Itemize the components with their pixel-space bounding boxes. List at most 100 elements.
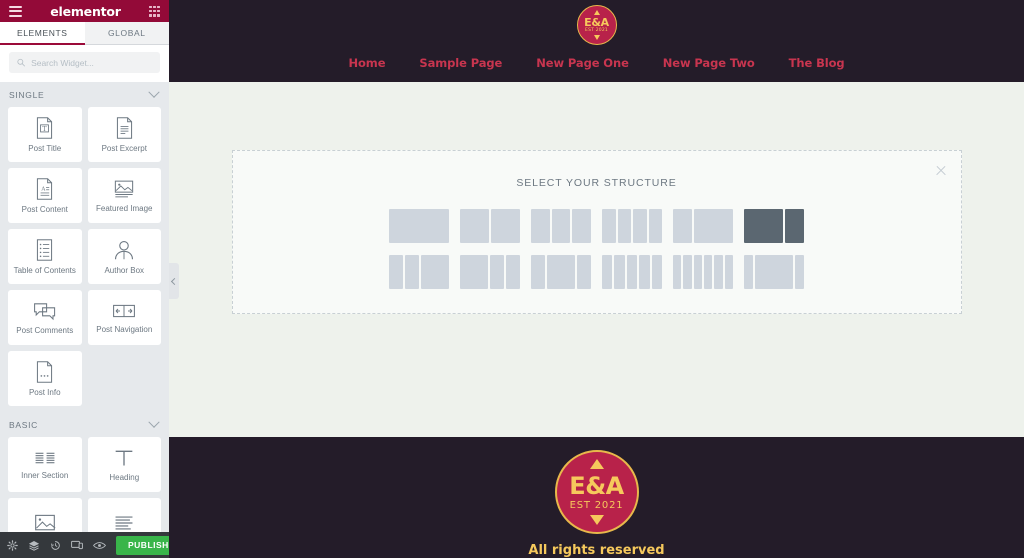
widget-label: Table of Contents [13,265,76,275]
structure-picker: SELECT YOUR STRUCTURE [231,150,962,314]
chevron-down-icon [148,416,160,428]
structure-option-4col[interactable] [602,209,662,243]
hamburger-icon[interactable] [9,5,22,17]
widget-inner-section[interactable]: Inner Section [8,437,82,492]
close-x-icon[interactable] [934,163,948,177]
logo-initials: E&A [584,15,609,29]
tab-elements[interactable]: ELEMENTS [0,22,85,45]
widget-label: Author Box [104,265,145,275]
widget-table-of-contents[interactable]: Table of Contents [8,229,82,284]
footer-copyright-text: All rights reserved [528,543,665,558]
structure-row [389,255,804,289]
site-footer: E&A EST 2021 All rights reserved [169,437,1024,558]
elementor-side-panel: elementor ELEMENTS GLOBAL SI [0,0,197,558]
widget-label: Post Navigation [96,324,153,334]
structure-option-3col[interactable] [531,209,592,243]
post-navigation-icon [113,304,136,317]
image-icon [34,514,56,530]
widget-label: Post Comments [16,325,74,335]
ea-badge-logo-footer[interactable]: E&A EST 2021 [554,450,639,534]
widget-label: Post Info [28,387,61,397]
widget-text-editor[interactable] [87,498,161,532]
widget-list[interactable]: SINGLE T Post Title Post Excerpt A Post … [0,82,169,532]
structure-picker-title: SELECT YOUR STRUCTURE [516,177,677,189]
section-title-basic: BASIC [9,419,39,430]
widget-grid-single: T Post Title Post Excerpt A Post Content… [0,107,169,412]
author-box-icon [115,240,134,259]
widget-post-comments[interactable]: Post Comments [8,290,82,345]
widget-post-title[interactable]: T Post Title [8,107,82,162]
post-excerpt-icon [116,116,132,139]
settings-gear-icon[interactable] [7,539,18,551]
responsive-mode-icon[interactable] [71,540,83,550]
site-navigation: Home Sample Page New Page One New Page T… [348,56,844,70]
triangle-up-icon [589,459,604,469]
structure-options [233,209,961,289]
nav-link-home[interactable]: Home [348,56,385,70]
structure-option-50-25-25[interactable] [460,255,520,289]
structure-option-narrow-wide-narrow[interactable] [744,255,804,289]
structure-option-2col[interactable] [460,209,520,243]
navigator-layers-icon[interactable] [28,540,40,551]
post-content-icon: A [37,177,53,200]
site-preview: E&A EST 2021 Home Sample Page New Page O… [169,0,1024,558]
section-title-single: SINGLE [9,89,45,100]
widget-grid-basic: Inner Section Heading [0,437,169,532]
chevron-down-icon [148,86,160,98]
structure-option-25-25-50[interactable] [389,255,449,289]
widget-label: Heading [109,472,140,482]
text-editor-icon [115,515,133,530]
widget-author-box[interactable]: Author Box [87,229,161,284]
search-icon [17,58,25,67]
structure-option-right-small[interactable] [744,209,804,243]
widget-post-navigation[interactable]: Post Navigation [87,290,161,345]
structure-option-5col[interactable] [602,255,663,289]
widget-post-excerpt[interactable]: Post Excerpt [87,107,161,162]
widget-label: Post Excerpt [101,143,147,153]
widget-featured-image[interactable]: Featured Image [87,168,161,223]
structure-option-left-small[interactable] [673,209,733,243]
grid-apps-icon[interactable] [148,5,160,17]
triangle-down-icon [593,35,600,40]
structure-option-25-50-25[interactable] [531,255,591,289]
site-header: E&A EST 2021 Home Sample Page New Page O… [169,0,1024,82]
widget-heading[interactable]: Heading [87,437,161,492]
post-title-icon: T [37,116,53,139]
history-clock-icon[interactable] [50,540,61,551]
nav-link-new-page-one[interactable]: New Page One [536,56,629,70]
nav-link-new-page-two[interactable]: New Page Two [663,56,755,70]
featured-image-icon [115,180,134,197]
svg-text:A: A [41,186,47,192]
triangle-up-icon [593,10,600,15]
nav-link-the-blog[interactable]: The Blog [789,56,845,70]
editor-canvas: SELECT YOUR STRUCTURE [169,82,1024,437]
widget-label: Featured Image [96,203,153,213]
structure-row [389,209,804,243]
logo-initials: E&A [569,471,624,500]
widget-image[interactable] [8,498,82,532]
widget-slot-empty [88,351,162,406]
panel-collapse-handle[interactable] [169,263,179,299]
tab-global[interactable]: GLOBAL [84,22,169,45]
ea-badge-logo[interactable]: E&A EST 2021 [576,5,617,45]
post-comments-icon [33,302,55,320]
search-box[interactable] [9,52,160,73]
table-of-contents-icon [37,238,53,261]
widget-label: Post Title [28,143,62,153]
elementor-logo-text: elementor [50,3,121,19]
nav-link-sample-page[interactable]: Sample Page [419,56,502,70]
widget-label: Inner Section [21,470,69,480]
logo-established: EST 2021 [569,499,624,511]
section-header-single[interactable]: SINGLE [0,82,169,107]
preview-eye-icon[interactable] [93,541,106,550]
search-input[interactable] [31,57,152,68]
widget-post-content[interactable]: A Post Content [8,168,82,223]
search-widget-container [0,45,169,82]
widget-post-info[interactable]: Post Info [8,351,82,406]
chevron-left-icon [170,277,179,285]
panel-header: elementor [0,0,169,22]
structure-option-1col[interactable] [389,209,449,243]
structure-option-6col[interactable] [673,255,733,289]
section-header-basic[interactable]: BASIC [0,412,169,437]
logo-established: EST 2021 [585,28,608,33]
